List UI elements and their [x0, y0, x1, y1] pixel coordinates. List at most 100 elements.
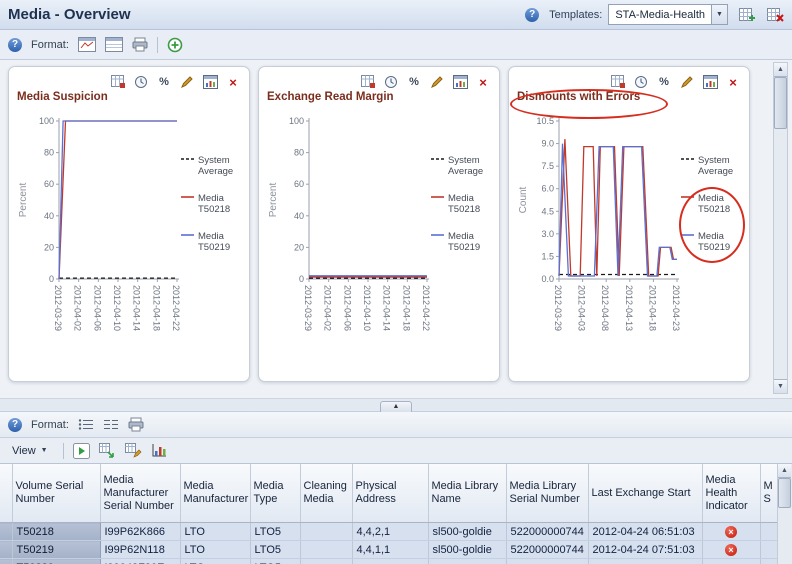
edit-graph-icon[interactable] [679, 74, 695, 90]
column-header-volume-serial[interactable]: Volume Serial Number [12, 464, 101, 523]
last-exchange-link[interactable]: 2012-04-24 07:51:03 [588, 540, 703, 559]
add-graph-icon[interactable] [167, 35, 183, 54]
library-serial-link[interactable] [506, 558, 589, 564]
charts-scrollbar[interactable]: ▲ ▼ [773, 62, 788, 394]
column-header-library-name[interactable]: Media Library Name [428, 464, 507, 523]
list-view-icon[interactable] [78, 415, 94, 434]
templates-dropdown[interactable]: STA-Media-Health ▼ [608, 4, 728, 25]
time-range-icon[interactable] [633, 74, 649, 90]
time-range-icon[interactable] [133, 74, 149, 90]
view-menu-button[interactable]: View ▼ [6, 443, 54, 459]
column-header-media-type[interactable]: Media Type [250, 464, 301, 523]
column-header-mfr-serial[interactable]: Media Manufacturer Serial Number [100, 464, 181, 523]
svg-text:6.0: 6.0 [541, 184, 554, 194]
export-table-icon[interactable] [98, 441, 116, 460]
volume-serial-cell[interactable]: T50220 [12, 558, 101, 564]
edit-graph-icon[interactable] [179, 74, 195, 90]
percent-icon[interactable]: % [156, 74, 172, 90]
execute-query-icon[interactable] [72, 441, 90, 460]
row-gutter[interactable] [0, 558, 13, 564]
detail-columns-icon[interactable] [103, 415, 119, 434]
svg-text:Media: Media [448, 231, 475, 242]
templates-label: Templates: [549, 8, 603, 21]
svg-text:2012-03-29: 2012-03-29 [553, 285, 563, 331]
scroll-up-icon[interactable]: ▲ [778, 464, 791, 478]
svg-text:3.0: 3.0 [541, 229, 554, 239]
column-header-last-exchange-start[interactable]: Last Exchange Start [588, 464, 703, 523]
column-header-manufacturer[interactable]: Media Manufacturer [180, 464, 251, 523]
table-row[interactable]: T50219 I99P62N118 LTO LTO5 4,4,1,1 sl500… [0, 540, 777, 559]
svg-text:40: 40 [44, 211, 54, 221]
delete-template-icon[interactable] [766, 7, 784, 23]
application-window: Media - Overview ? Templates: STA-Media-… [0, 0, 792, 564]
volume-serial-cell[interactable]: T50219 [12, 540, 101, 559]
separator [156, 36, 158, 53]
scrollbar-thumb[interactable] [774, 77, 787, 129]
change-graph-icon[interactable] [610, 74, 626, 90]
column-header-library-serial[interactable]: Media Library Serial Number [506, 464, 589, 523]
detach-graph-icon[interactable] [702, 74, 718, 90]
chevron-down-icon[interactable]: ▼ [711, 5, 727, 24]
line-chart: 0.0 1.5 3.0 4.5 6.0 7.5 9.0 10.5 2012-03-29 2012-… [515, 111, 743, 369]
volume-serial-cell[interactable]: T50218 [12, 522, 101, 541]
last-exchange-link[interactable] [588, 558, 703, 564]
library-name-link[interactable] [428, 558, 507, 564]
scrollbar-thumb[interactable] [778, 478, 791, 508]
remove-graph-icon[interactable]: × [225, 74, 241, 90]
svg-text:Media: Media [698, 193, 725, 204]
chart-view-icon[interactable] [151, 441, 167, 460]
column-header-media-health[interactable]: Media Health Indicator [702, 464, 761, 523]
svg-text:100: 100 [289, 116, 304, 126]
table-scrollbar[interactable]: ▲ [777, 464, 792, 564]
scroll-down-icon[interactable]: ▼ [774, 379, 787, 393]
table-header-row: Volume Serial Number Media Manufacturer … [0, 464, 777, 523]
detach-table-icon[interactable] [124, 441, 142, 460]
table-layout-icon[interactable] [104, 35, 123, 54]
time-range-icon[interactable] [383, 74, 399, 90]
svg-text:2012-04-18: 2012-04-18 [647, 285, 657, 331]
region-splitter: ▲ [0, 398, 792, 414]
edit-graph-icon[interactable] [429, 74, 445, 90]
library-serial-link[interactable]: 522000000744 [506, 540, 589, 559]
print-icon[interactable] [132, 35, 148, 54]
detach-graph-icon[interactable] [202, 74, 218, 90]
print-icon[interactable] [128, 415, 144, 434]
graph-layout-icon[interactable] [77, 35, 96, 54]
change-graph-icon[interactable] [360, 74, 376, 90]
percent-icon[interactable]: % [656, 74, 672, 90]
library-serial-link[interactable]: 522000000744 [506, 522, 589, 541]
svg-text:2012-04-22: 2012-04-22 [421, 285, 431, 331]
column-header-physical-address[interactable]: Physical Address [352, 464, 429, 523]
svg-text:2012-04-06: 2012-04-06 [92, 285, 102, 331]
view-menu-label: View [12, 444, 36, 457]
help-icon[interactable]: ? [8, 417, 22, 432]
column-header-truncated[interactable]: M S [760, 464, 777, 523]
remove-graph-icon[interactable]: × [725, 74, 741, 90]
help-icon[interactable]: ? [525, 7, 540, 22]
table-row[interactable]: T50218 I99P62K866 LTO LTO5 4,4,2,1 sl500… [0, 522, 777, 541]
svg-text:Media: Media [198, 231, 225, 242]
detach-graph-icon[interactable] [452, 74, 468, 90]
percent-icon[interactable]: % [406, 74, 422, 90]
format-label: Format: [31, 38, 69, 51]
last-exchange-link[interactable]: 2012-04-24 06:51:03 [588, 522, 703, 541]
remove-graph-icon[interactable]: × [475, 74, 491, 90]
svg-text:100: 100 [39, 116, 54, 126]
row-gutter[interactable] [0, 522, 13, 541]
help-icon[interactable]: ? [8, 37, 22, 52]
table-row[interactable]: T50220 I99043F30E LTO LTO5 [0, 558, 777, 564]
scroll-up-icon[interactable]: ▲ [774, 63, 787, 77]
svg-text:9.0: 9.0 [541, 139, 554, 149]
row-gutter[interactable] [0, 540, 13, 559]
svg-text:20: 20 [294, 242, 304, 252]
save-template-icon[interactable] [738, 7, 756, 23]
error-icon: × [725, 543, 737, 556]
library-name-link[interactable]: sl500-goldie [428, 540, 507, 559]
svg-text:2012-04-10: 2012-04-10 [112, 285, 122, 331]
svg-text:20: 20 [44, 242, 54, 252]
column-header-cleaning-media[interactable]: Cleaning Media [300, 464, 353, 523]
svg-text:0.0: 0.0 [541, 274, 554, 284]
svg-text:2012-04-03: 2012-04-03 [577, 285, 587, 331]
library-name-link[interactable]: sl500-goldie [428, 522, 507, 541]
change-graph-icon[interactable] [110, 74, 126, 90]
